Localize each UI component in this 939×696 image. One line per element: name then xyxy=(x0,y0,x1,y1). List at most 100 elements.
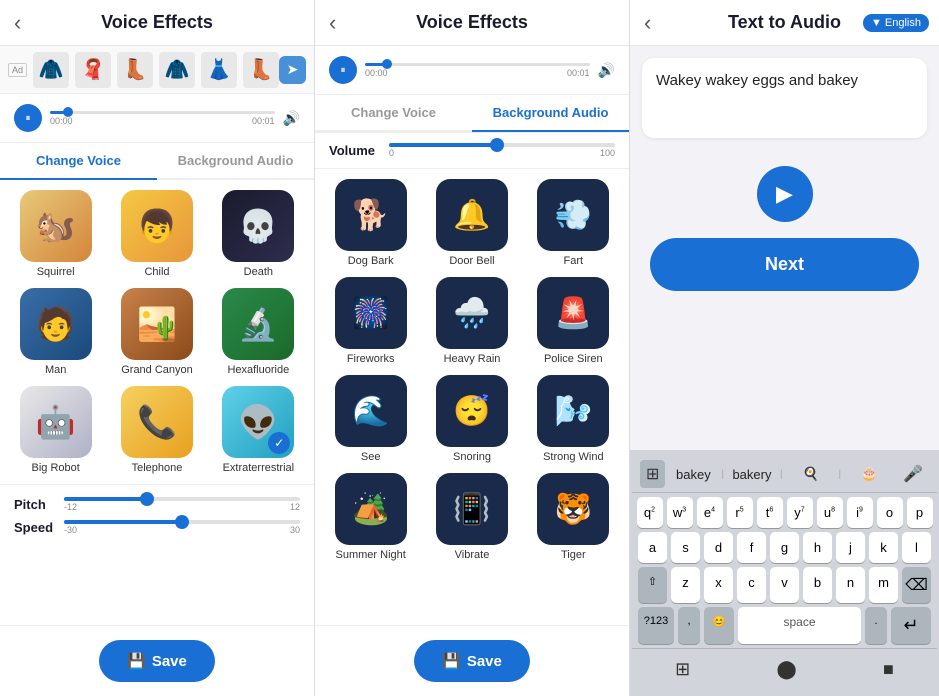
voice-item-hexafluoride[interactable]: 🔬 Hexafluoride xyxy=(213,288,304,376)
key-comma[interactable]: , xyxy=(678,607,700,644)
right-header: ‹ Text to Audio ▼ English xyxy=(630,0,939,46)
key-s[interactable]: s xyxy=(671,532,700,563)
key-period[interactable]: . xyxy=(865,607,887,644)
bg-item-fart[interactable]: 💨 Fart xyxy=(528,179,619,267)
key-e[interactable]: e4 xyxy=(697,497,723,528)
voice-item-extraterrestrial[interactable]: 👽 ✓ Extraterrestrial xyxy=(213,386,304,474)
tab-background-audio-middle[interactable]: Background Audio xyxy=(472,95,629,132)
bg-item-dog-bark[interactable]: 🐕 Dog Bark xyxy=(325,179,416,267)
voice-item-telephone[interactable]: 📞 Telephone xyxy=(111,386,202,474)
bg-item-summer-night[interactable]: 🏕️ Summer Night xyxy=(325,473,416,561)
key-d[interactable]: d xyxy=(704,532,733,563)
key-o[interactable]: o xyxy=(877,497,903,528)
tab-change-voice-middle[interactable]: Change Voice xyxy=(315,95,472,130)
bg-thumb-door-bell: 🔔 xyxy=(436,179,508,251)
key-n[interactable]: n xyxy=(836,567,865,603)
kbd-grid-icon[interactable]: ⊞ xyxy=(640,460,665,488)
bg-audio-grid: 🐕 Dog Bark 🔔 Door Bell 💨 Fart 🎆 Firework… xyxy=(315,169,629,571)
language-badge[interactable]: ▼ English xyxy=(863,14,929,32)
key-h[interactable]: h xyxy=(803,532,832,563)
key-y[interactable]: y7 xyxy=(787,497,813,528)
voice-item-squirrel[interactable]: 🐿️ Squirrel xyxy=(10,190,101,278)
kbd-bottom-circle[interactable]: ⬤ xyxy=(765,655,809,684)
speed-thumb[interactable] xyxy=(175,515,189,529)
kbd-bottom-square[interactable]: ■ xyxy=(871,655,906,684)
left-pause-button[interactable]: ⏸ xyxy=(14,104,42,132)
volume-track[interactable] xyxy=(389,143,615,147)
bg-item-fireworks[interactable]: 🎆 Fireworks xyxy=(325,277,416,365)
key-r[interactable]: r5 xyxy=(727,497,753,528)
voice-item-death[interactable]: 💀 Death xyxy=(213,190,304,278)
keyboard-rows: q2 w3 e4 r5 t6 y7 u8 i9 o p a s d f g h … xyxy=(632,493,937,644)
middle-volume-icon[interactable]: 🔊 xyxy=(598,62,615,79)
key-123[interactable]: ?123 xyxy=(638,607,674,644)
tab-background-audio-left[interactable]: Background Audio xyxy=(157,143,314,178)
left-track[interactable] xyxy=(50,111,275,114)
key-t[interactable]: t6 xyxy=(757,497,783,528)
left-volume-icon[interactable]: 🔊 xyxy=(283,110,300,127)
pitch-track[interactable] xyxy=(64,497,300,501)
pitch-thumb[interactable] xyxy=(140,492,154,506)
bg-item-tiger[interactable]: 🐯 Tiger xyxy=(528,473,619,561)
suggestion-emoji2[interactable]: 🎂 xyxy=(845,463,893,485)
kbd-bottom-grid[interactable]: ⊞ xyxy=(663,655,702,684)
tab-change-voice-left[interactable]: Change Voice xyxy=(0,143,157,180)
volume-thumb[interactable] xyxy=(490,138,504,152)
suggestion-bakery[interactable]: bakery xyxy=(728,464,776,485)
key-enter[interactable]: ↵ xyxy=(891,607,931,644)
key-space[interactable]: space xyxy=(738,607,861,644)
voice-item-big-robot[interactable]: 🤖 Big Robot xyxy=(10,386,101,474)
right-back-button[interactable]: ‹ xyxy=(644,10,651,36)
middle-back-button[interactable]: ‹ xyxy=(329,10,336,36)
voice-item-grand-canyon[interactable]: 🏜️ Grand Canyon xyxy=(111,288,202,376)
key-a[interactable]: a xyxy=(638,532,667,563)
middle-track[interactable] xyxy=(365,63,590,66)
key-c[interactable]: c xyxy=(737,567,766,603)
bg-item-vibrate[interactable]: 📳 Vibrate xyxy=(426,473,517,561)
text-content-box[interactable]: Wakey wakey eggs and bakey xyxy=(642,58,927,138)
key-g[interactable]: g xyxy=(770,532,799,563)
speed-track[interactable] xyxy=(64,520,300,524)
bg-item-police-siren[interactable]: 🚨 Police Siren xyxy=(528,277,619,365)
key-z[interactable]: z xyxy=(671,567,700,603)
bg-item-door-bell[interactable]: 🔔 Door Bell xyxy=(426,179,517,267)
voice-item-child[interactable]: 👦 Child xyxy=(111,190,202,278)
key-m[interactable]: m xyxy=(869,567,898,603)
bg-item-see[interactable]: 🌊 See xyxy=(325,375,416,463)
left-time-total: 00:01 xyxy=(252,116,275,126)
voice-thumb-child: 👦 xyxy=(121,190,193,262)
next-button[interactable]: Next xyxy=(650,238,919,291)
key-emoji[interactable]: 😊 xyxy=(704,607,734,644)
key-v[interactable]: v xyxy=(770,567,799,603)
key-w[interactable]: w3 xyxy=(667,497,693,528)
bg-item-snoring[interactable]: 😴 Snoring xyxy=(426,375,517,463)
key-k[interactable]: k xyxy=(869,532,898,563)
bg-item-strong-wind[interactable]: 🌬️ Strong Wind xyxy=(528,375,619,463)
key-delete[interactable]: ⌫ xyxy=(902,567,931,603)
middle-pause-button[interactable]: ⏸ xyxy=(329,56,357,84)
key-x[interactable]: x xyxy=(704,567,733,603)
left-save-button[interactable]: 💾 Save xyxy=(99,640,215,682)
right-play-button[interactable]: ▶ xyxy=(757,166,813,222)
key-p[interactable]: p xyxy=(907,497,933,528)
key-l[interactable]: l xyxy=(902,532,931,563)
volume-fill xyxy=(389,143,497,147)
ad-item-3: 👢 xyxy=(117,52,153,88)
key-b[interactable]: b xyxy=(803,567,832,603)
suggestion-bakey[interactable]: bakey xyxy=(669,464,717,485)
key-u[interactable]: u8 xyxy=(817,497,843,528)
suggestion-emoji1[interactable]: 🍳 xyxy=(787,463,835,485)
left-progress: 00:00 00:01 xyxy=(50,111,275,126)
key-i[interactable]: i9 xyxy=(847,497,873,528)
voice-item-man[interactable]: 🧑 Man xyxy=(10,288,101,376)
key-f[interactable]: f xyxy=(737,532,766,563)
left-back-button[interactable]: ‹ xyxy=(14,10,21,36)
middle-save-button[interactable]: 💾 Save xyxy=(414,640,530,682)
bg-item-heavy-rain[interactable]: 🌧️ Heavy Rain xyxy=(426,277,517,365)
bg-label-fart: Fart xyxy=(564,255,584,267)
key-q[interactable]: q2 xyxy=(637,497,663,528)
key-j[interactable]: j xyxy=(836,532,865,563)
ad-arrow[interactable]: ➤ xyxy=(279,56,306,84)
key-shift[interactable]: ⇧ xyxy=(638,567,667,603)
mic-icon[interactable]: 🎤 xyxy=(897,460,929,488)
